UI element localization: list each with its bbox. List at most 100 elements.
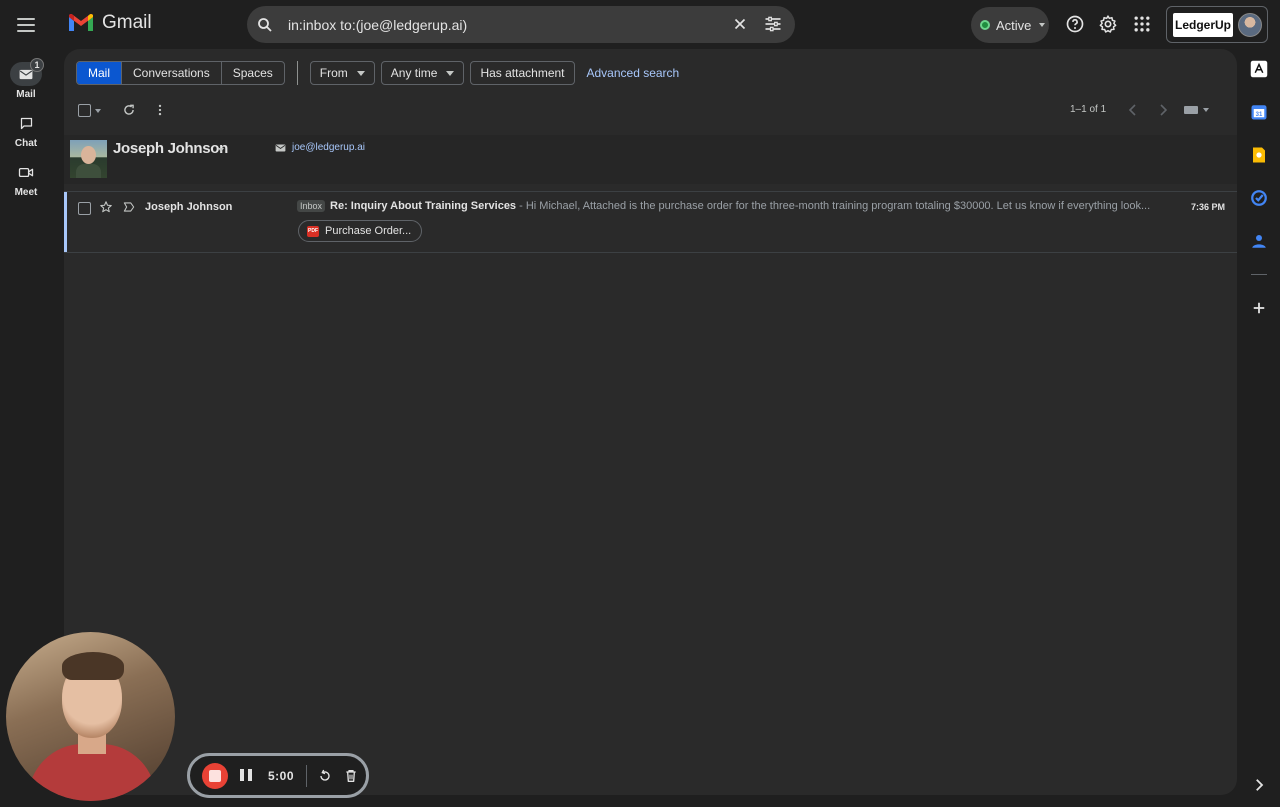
- time-filter-chip[interactable]: Any time: [380, 61, 465, 85]
- account-avatar[interactable]: [1238, 13, 1262, 37]
- attachment-name: Purchase Order...: [325, 225, 412, 237]
- search-input[interactable]: [288, 16, 718, 33]
- important-marker-icon[interactable]: [122, 200, 136, 214]
- chevron-down-icon: [356, 70, 365, 76]
- status-dot-icon: [980, 20, 990, 30]
- calendar-icon[interactable]: 31: [1250, 103, 1268, 121]
- refresh-icon[interactable]: [122, 103, 136, 117]
- email-envelope-icon: [275, 144, 286, 152]
- contact-name[interactable]: Joseph Johnson: [113, 140, 228, 157]
- contact-email-link[interactable]: joe@ledgerup.ai: [292, 142, 365, 153]
- inbox-label-badge[interactable]: Inbox: [297, 200, 326, 212]
- chip-divider: [296, 61, 298, 85]
- delete-recording-icon[interactable]: [343, 768, 359, 784]
- account-switcher[interactable]: LedgerUp: [1166, 6, 1268, 43]
- chat-icon: [20, 117, 32, 129]
- pdf-file-icon: PDF: [307, 225, 319, 237]
- gmail-wordmark: Gmail: [102, 12, 152, 33]
- pause-icon-bar: [240, 768, 244, 781]
- clear-search-icon[interactable]: [731, 15, 749, 33]
- tasks-icon[interactable]: [1250, 189, 1268, 207]
- nav-meet[interactable]: Meet: [0, 160, 52, 198]
- search-icon[interactable]: [256, 16, 274, 34]
- recording-timer: 5:00: [268, 768, 295, 783]
- nav-mail[interactable]: 1 Mail: [0, 58, 52, 100]
- side-panel-rail: 31: [1237, 49, 1280, 807]
- nav-meet-label: Meet: [14, 187, 38, 198]
- email-summary-line: Inbox Re: Inquiry About Training Services…: [297, 200, 1177, 212]
- email-row[interactable]: Joseph Johnson Inbox Re: Inquiry About Tr…: [64, 191, 1237, 253]
- input-tools-chevron-icon[interactable]: [1203, 108, 1209, 112]
- recorder-divider: [306, 764, 308, 787]
- scope-conversations[interactable]: Conversations: [122, 62, 222, 84]
- settings-gear-icon[interactable]: [1098, 14, 1118, 34]
- mail-icon: [19, 69, 33, 79]
- attachment-filter-label: Has attachment: [480, 66, 565, 80]
- contact-avatar[interactable]: [70, 140, 107, 178]
- nav-chat-pill: [10, 111, 42, 135]
- from-filter-label: From: [319, 66, 348, 80]
- keyboard-icon[interactable]: [1184, 106, 1198, 114]
- top-bar: Gmail Active LedgerUp: [0, 0, 1280, 49]
- row-checkbox[interactable]: [78, 202, 91, 215]
- email-subject: Re: Inquiry About Training Services: [330, 200, 517, 212]
- email-sender: Joseph Johnson: [145, 201, 233, 213]
- nav-chat-label: Chat: [14, 138, 38, 149]
- expand-panel-chevron-icon[interactable]: [1250, 776, 1268, 794]
- unread-badge: 1: [30, 58, 44, 72]
- main-menu-icon[interactable]: [14, 13, 38, 37]
- star-icon[interactable]: [99, 200, 113, 214]
- contacts-icon[interactable]: [1250, 232, 1268, 250]
- scope-segmented-control: Mail Conversations Spaces: [76, 61, 285, 85]
- select-menu-chevron-icon[interactable]: [95, 109, 101, 113]
- scope-spaces[interactable]: Spaces: [222, 62, 284, 84]
- add-addon-icon[interactable]: [1250, 299, 1268, 317]
- support-icon[interactable]: [1065, 14, 1085, 34]
- apps-grid-icon[interactable]: [1132, 14, 1152, 34]
- ledgerup-addon-icon[interactable]: [1250, 60, 1268, 78]
- more-vertical-icon[interactable]: [153, 103, 167, 117]
- email-dash: -: [516, 200, 526, 212]
- pause-icon-bar: [248, 768, 252, 781]
- contact-card: Joseph Johnson joe@ledgerup.ai: [64, 135, 1237, 184]
- gmail-logo[interactable]: Gmail: [68, 12, 152, 34]
- list-toolbar: 1–1 of 1: [64, 97, 1237, 123]
- main-panel: Mail Conversations Spaces From Any time …: [64, 49, 1237, 795]
- scope-mail[interactable]: Mail: [77, 62, 123, 84]
- recording-controls: 5:00: [187, 753, 369, 798]
- restart-recording-icon[interactable]: [317, 768, 333, 784]
- video-icon: [18, 167, 34, 177]
- nav-chat[interactable]: Chat: [0, 111, 52, 149]
- search-options-icon[interactable]: [763, 14, 783, 34]
- from-filter-chip[interactable]: From: [309, 61, 375, 85]
- ledgerup-logo: LedgerUp: [1173, 13, 1233, 37]
- chevron-down-icon: [446, 70, 455, 76]
- contact-menu-chevron-icon[interactable]: [218, 148, 224, 152]
- chevron-down-icon: [1039, 23, 1046, 27]
- webcam-preview[interactable]: [6, 632, 175, 801]
- nav-mail-label: Mail: [16, 89, 36, 100]
- keep-icon[interactable]: [1250, 146, 1268, 164]
- email-snippet: Hi Michael, Attached is the purchase ord…: [525, 200, 1151, 212]
- status-label: Active: [996, 17, 1032, 33]
- time-filter-label: Any time: [390, 66, 438, 80]
- search-bar: [247, 6, 795, 43]
- webcam-person-hair: [62, 652, 124, 680]
- rail-divider: [1251, 274, 1267, 275]
- chevron-right-icon[interactable]: [1158, 104, 1168, 116]
- contact-avatar-body: [76, 164, 101, 178]
- gmail-m-icon: [69, 14, 93, 31]
- pause-recording-button[interactable]: [240, 768, 252, 783]
- contact-avatar-face: [81, 146, 96, 164]
- chevron-left-icon[interactable]: [1128, 104, 1138, 116]
- select-all-checkbox[interactable]: [78, 104, 91, 117]
- attachment-chip[interactable]: PDF Purchase Order...: [298, 220, 423, 242]
- attachment-filter-chip[interactable]: Has attachment: [470, 61, 575, 85]
- status-selector[interactable]: Active: [971, 7, 1049, 43]
- stop-icon: [209, 769, 221, 782]
- nav-meet-pill: [10, 160, 42, 184]
- svg-text:31: 31: [1256, 112, 1263, 118]
- stop-recording-button[interactable]: [202, 762, 228, 789]
- advanced-search-link[interactable]: Advanced search: [587, 66, 680, 80]
- search-filter-chips: Mail Conversations Spaces From Any time …: [76, 61, 679, 85]
